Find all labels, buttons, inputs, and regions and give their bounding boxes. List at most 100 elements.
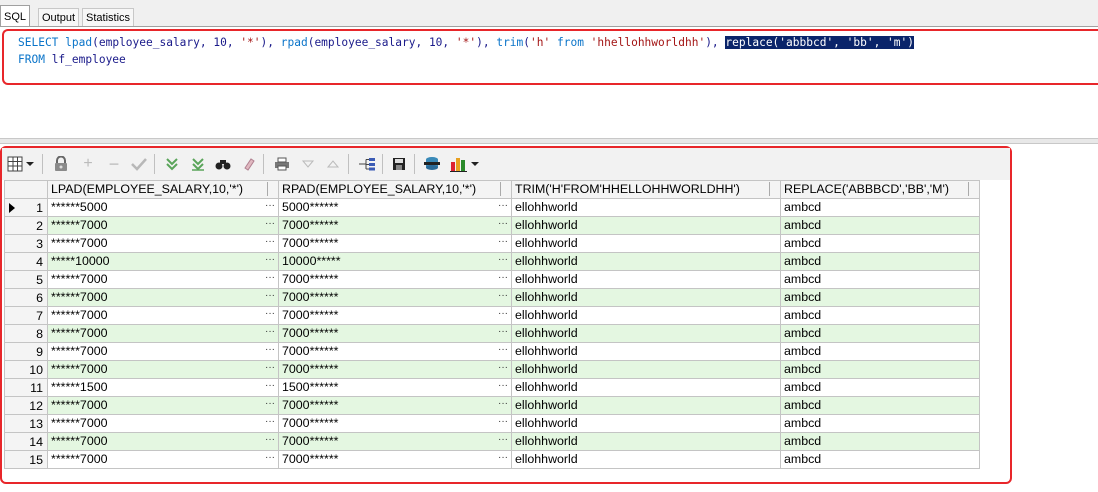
grid-cell-lpad[interactable]: ******7000 ··· — [47, 450, 279, 469]
cell-ellipsis-button[interactable]: ··· — [265, 434, 275, 448]
grid-cell-rpad[interactable]: 7000****** ··· — [278, 234, 512, 253]
table-row[interactable]: 5 ******7000 ··· 7000****** ··· ellohhworld am… — [4, 270, 980, 289]
cell-ellipsis-button[interactable]: ··· — [498, 290, 508, 304]
grid-cell-rpad[interactable]: 7000****** ··· — [278, 324, 512, 343]
tab-sql[interactable]: SQL — [0, 5, 31, 27]
grid-cell-replace[interactable]: ambcd — [780, 342, 980, 361]
cell-ellipsis-button[interactable]: ··· — [265, 380, 275, 394]
chevron-down-icon[interactable] — [25, 155, 35, 173]
tab-output[interactable]: Output — [38, 8, 80, 27]
cell-ellipsis-button[interactable]: ··· — [265, 308, 275, 322]
grid-cell-replace[interactable]: ambcd — [780, 360, 980, 379]
grid-cell-lpad[interactable]: ******7000 ··· — [47, 288, 279, 307]
grid-cell-replace[interactable]: ambcd — [780, 432, 980, 451]
grid-cell-lpad[interactable]: ******7000 ··· — [47, 324, 279, 343]
cell-ellipsis-button[interactable]: ··· — [265, 416, 275, 430]
cell-ellipsis-button[interactable]: ··· — [265, 272, 275, 286]
grid-cell-trim[interactable]: ellohhworld — [511, 342, 781, 361]
grid-cell-replace[interactable]: ambcd — [780, 378, 980, 397]
grid-cell-rpad[interactable]: 7000****** ··· — [278, 360, 512, 379]
cell-ellipsis-button[interactable]: ··· — [498, 218, 508, 232]
cell-ellipsis-button[interactable]: ··· — [265, 290, 275, 304]
column-resize-handle[interactable] — [500, 182, 509, 196]
grid-cell-trim[interactable]: ellohhworld — [511, 216, 781, 235]
grid-cell-rpad[interactable]: 1500****** ··· — [278, 378, 512, 397]
print-icon[interactable] — [273, 155, 291, 173]
grid-cell-replace[interactable]: ambcd — [780, 414, 980, 433]
grid-cell-lpad[interactable]: ******1500 ··· — [47, 378, 279, 397]
grid-cell-lpad[interactable]: ******7000 ··· — [47, 270, 279, 289]
chevron-down-icon[interactable] — [470, 155, 480, 173]
column-header-replace[interactable]: REPLACE('ABBBCD','BB','M') — [780, 180, 980, 199]
table-row[interactable]: 11 ******1500 ··· 1500****** ··· ellohhworld a… — [4, 378, 980, 397]
cell-ellipsis-button[interactable]: ··· — [265, 236, 275, 250]
sql-editor[interactable]: SELECT lpad(employee_salary, 10, '*'), r… — [2, 29, 1098, 85]
cell-ellipsis-button[interactable]: ··· — [498, 416, 508, 430]
grid-cell-replace[interactable]: ambcd — [780, 252, 980, 271]
tab-statistics[interactable]: Statistics — [82, 8, 135, 27]
table-row[interactable]: 8 ******7000 ··· 7000****** ··· ellohhworld am… — [4, 324, 980, 343]
lock-icon[interactable] — [52, 155, 70, 173]
cell-ellipsis-button[interactable]: ··· — [265, 218, 275, 232]
row-number[interactable]: 9 — [4, 342, 48, 361]
cell-ellipsis-button[interactable]: ··· — [265, 398, 275, 412]
grid-cell-lpad[interactable]: ******7000 ··· — [47, 432, 279, 451]
save-icon[interactable] — [390, 155, 408, 173]
filter-clear-icon[interactable] — [189, 155, 207, 173]
cell-ellipsis-button[interactable]: ··· — [498, 326, 508, 340]
grid-cell-rpad[interactable]: 10000***** ··· — [278, 252, 512, 271]
grid-cell-trim[interactable]: ellohhworld — [511, 234, 781, 253]
row-number[interactable]: 14 — [4, 432, 48, 451]
cell-ellipsis-button[interactable]: ··· — [265, 326, 275, 340]
column-resize-handle[interactable] — [968, 182, 977, 196]
cell-ellipsis-button[interactable]: ··· — [498, 344, 508, 358]
database-icon[interactable] — [423, 155, 441, 173]
grid-cell-lpad[interactable]: ******7000 ··· — [47, 216, 279, 235]
grid-cell-rpad[interactable]: 7000****** ··· — [278, 306, 512, 325]
eraser-icon[interactable] — [240, 155, 258, 173]
cell-ellipsis-button[interactable]: ··· — [498, 236, 508, 250]
table-row[interactable]: 7 ******7000 ··· 7000****** ··· ellohhworld am… — [4, 306, 980, 325]
column-header-trim[interactable]: TRIM('H'FROM'HHELLOHHWORLDHH') — [511, 180, 781, 199]
grid-cell-replace[interactable]: ambcd — [780, 324, 980, 343]
sort-desc-icon[interactable] — [299, 155, 317, 173]
find-icon[interactable] — [214, 155, 232, 173]
row-number[interactable]: 2 — [4, 216, 48, 235]
grid-cell-rpad[interactable]: 7000****** ··· — [278, 414, 512, 433]
grid-cell-lpad[interactable]: ******7000 ··· — [47, 306, 279, 325]
grid-cell-rpad[interactable]: 5000****** ··· — [278, 198, 512, 217]
table-row[interactable]: 4 *****10000 ··· 10000***** ··· ellohhworld am… — [4, 252, 980, 271]
grid-cell-replace[interactable]: ambcd — [780, 216, 980, 235]
column-resize-handle[interactable] — [267, 182, 276, 196]
grid-cell-lpad[interactable]: ******7000 ··· — [47, 360, 279, 379]
grid-view-icon[interactable] — [6, 155, 24, 173]
cell-ellipsis-button[interactable]: ··· — [498, 380, 508, 394]
grid-cell-replace[interactable]: ambcd — [780, 234, 980, 253]
row-number[interactable]: 11 — [4, 378, 48, 397]
row-number[interactable]: 15 — [4, 450, 48, 469]
grid-cell-rpad[interactable]: 7000****** ··· — [278, 288, 512, 307]
row-number[interactable]: 7 — [4, 306, 48, 325]
grid-cell-replace[interactable]: ambcd — [780, 450, 980, 469]
tree-export-icon[interactable] — [358, 155, 376, 173]
cell-ellipsis-button[interactable]: ··· — [498, 200, 508, 214]
cell-ellipsis-button[interactable]: ··· — [265, 344, 275, 358]
grid-cell-replace[interactable]: ambcd — [780, 270, 980, 289]
row-number[interactable]: 6 — [4, 288, 48, 307]
column-resize-handle[interactable] — [769, 182, 778, 196]
grid-cell-trim[interactable]: ellohhworld — [511, 198, 781, 217]
grid-cell-trim[interactable]: ellohhworld — [511, 450, 781, 469]
grid-cell-trim[interactable]: ellohhworld — [511, 270, 781, 289]
grid-cell-trim[interactable]: ellohhworld — [511, 414, 781, 433]
table-row[interactable]: 9 ******7000 ··· 7000****** ··· ellohhworld am… — [4, 342, 980, 361]
delete-record-icon[interactable]: − — [105, 154, 123, 174]
grid-cell-rpad[interactable]: 7000****** ··· — [278, 342, 512, 361]
cell-ellipsis-button[interactable]: ··· — [265, 200, 275, 214]
column-header-lpad[interactable]: LPAD(EMPLOYEE_SALARY,10,'*') — [47, 180, 279, 199]
grid-cell-trim[interactable]: ellohhworld — [511, 396, 781, 415]
table-row[interactable]: 1 ******5000 ··· 5000****** ··· ellohhworld am… — [4, 198, 980, 217]
grid-cell-rpad[interactable]: 7000****** ··· — [278, 216, 512, 235]
grid-cell-trim[interactable]: ellohhworld — [511, 360, 781, 379]
grid-cell-trim[interactable]: ellohhworld — [511, 432, 781, 451]
sql-code[interactable]: SELECT lpad(employee_salary, 10, '*'), r… — [18, 34, 914, 68]
